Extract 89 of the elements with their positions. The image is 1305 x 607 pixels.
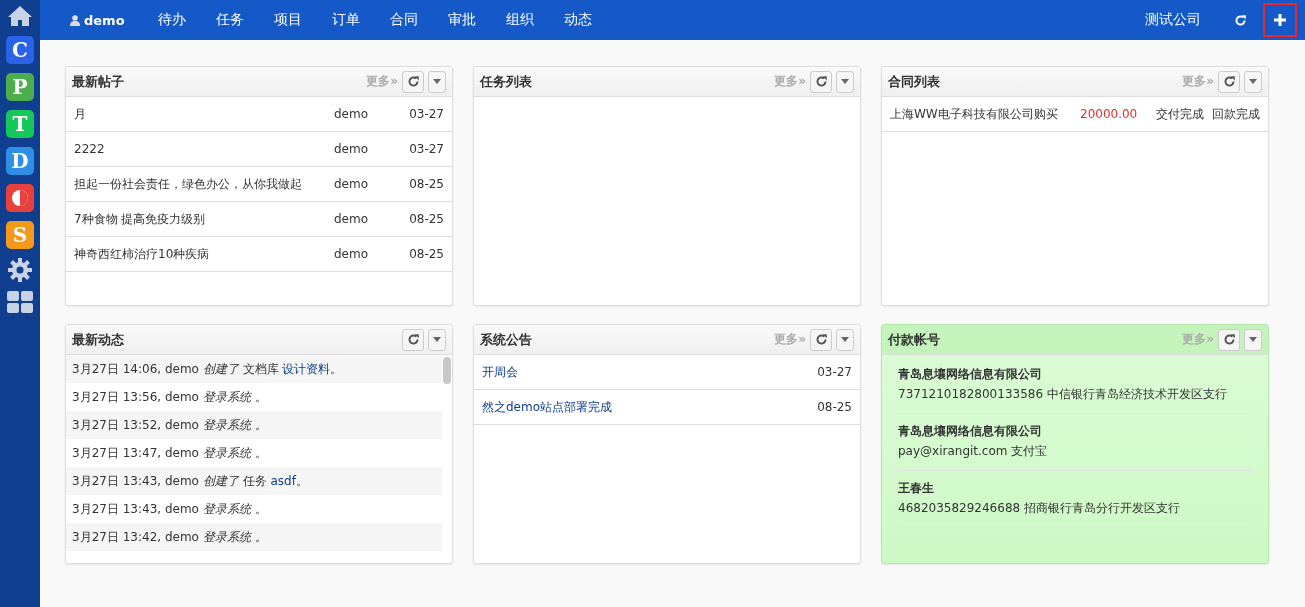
refresh-button[interactable]	[402, 70, 424, 93]
account-detail: pay@xirangit.com 支付宝	[898, 443, 1049, 460]
nav-link[interactable]: 组织	[490, 11, 549, 29]
dropdown-button[interactable]	[836, 328, 854, 351]
post-author: demo	[334, 107, 370, 121]
post-date: 08-25	[408, 212, 444, 226]
post-author: demo	[334, 247, 370, 261]
activity-entry: 3月27日 14:06, demo 创建了 文档库 设计资料。	[72, 360, 343, 378]
dropdown-button[interactable]	[1244, 70, 1262, 93]
delivery-status: 交付完成	[1156, 105, 1205, 123]
home-icon[interactable]	[7, 5, 33, 27]
nav-link[interactable]: 项目	[258, 11, 317, 29]
account-name: 青岛息壤网络信息有限公司	[898, 423, 1043, 440]
refresh-icon	[814, 75, 828, 88]
panel-title: 最新动态	[72, 330, 125, 349]
add-button[interactable]	[1263, 3, 1297, 37]
nav-link[interactable]: 合同	[374, 11, 433, 29]
activity-entry: 3月27日 13:43, demo 登录系统 。	[72, 500, 267, 518]
activity-link[interactable]: 设计资料	[282, 361, 331, 376]
post-author: demo	[334, 212, 370, 226]
company-link[interactable]: 测试公司	[1145, 11, 1201, 29]
refresh-button[interactable]	[810, 70, 832, 93]
caret-icon	[433, 337, 441, 342]
notice-date: 08-25	[817, 400, 852, 414]
post-date: 08-25	[408, 177, 444, 191]
refresh-icon	[814, 333, 828, 346]
nav-link[interactable]: 任务	[200, 11, 259, 29]
post-title[interactable]: 担起一份社会责任，绿色办公，从你我做起	[74, 175, 334, 193]
activity-entry: 3月27日 13:56, demo 登录系统 。	[72, 388, 267, 406]
post-date: 03-27	[408, 107, 444, 121]
dropdown-button[interactable]	[836, 70, 854, 93]
nav-link[interactable]: 待办	[142, 11, 201, 29]
caret-icon	[1249, 337, 1257, 342]
caret-icon	[841, 337, 849, 342]
post-title[interactable]: 7种食物 提高免疫力级别	[74, 210, 334, 228]
contract-name[interactable]: 上海WW电子科技有限公司购买	[890, 105, 1080, 123]
refresh-button[interactable]	[402, 328, 424, 351]
user-icon	[70, 14, 80, 26]
activity-entry: 3月27日 13:52, demo 登录系统 。	[72, 416, 267, 434]
app-icon[interactable]: C	[6, 36, 34, 64]
panel-title: 合同列表	[888, 72, 941, 91]
refresh-icon	[1233, 13, 1247, 27]
settings-icon[interactable]	[8, 258, 32, 282]
nav-link[interactable]: 动态	[548, 11, 607, 29]
refresh-icon	[406, 75, 420, 88]
notice-link[interactable]: 开周会	[482, 364, 518, 379]
refresh-icon	[406, 333, 420, 346]
dropdown-button[interactable]	[428, 70, 446, 93]
refresh-button[interactable]	[1218, 328, 1240, 351]
panel-title: 系统公告	[480, 330, 533, 349]
nav-link[interactable]: 审批	[432, 11, 491, 29]
panel-title: 最新帖子	[72, 72, 125, 91]
activity-link[interactable]: asdf	[270, 473, 296, 488]
account-name: 青岛息壤网络信息有限公司	[898, 366, 1043, 383]
scrollbar-thumb[interactable]	[443, 357, 451, 384]
post-author: demo	[334, 177, 370, 191]
activity-entry: 3月27日 13:42, demo 登录系统 。	[72, 528, 267, 546]
post-date: 08-25	[408, 247, 444, 261]
payment-status: 回款完成	[1212, 105, 1260, 123]
grid-icon[interactable]	[7, 291, 33, 313]
account-detail: 7371210182800133586 中信银行青岛经济技术开发区支行	[898, 386, 1228, 403]
notice-link[interactable]: 然之demo站点部署完成	[482, 399, 613, 414]
dropdown-button[interactable]	[1244, 328, 1262, 351]
refresh-button[interactable]	[810, 328, 832, 351]
app-icon[interactable]: D	[6, 147, 34, 175]
dropdown-button[interactable]	[428, 328, 446, 351]
panel-title: 付款帐号	[888, 330, 941, 349]
account-detail: 4682035829246688 招商银行青岛分行开发区支行	[898, 500, 1181, 517]
post-date: 03-27	[408, 142, 444, 156]
activity-entry: 3月27日 13:47, demo 登录系统 。	[72, 444, 267, 462]
post-title[interactable]: 神奇西红柿治疗10种疾病	[74, 245, 334, 263]
caret-icon	[1249, 79, 1257, 84]
user-menu[interactable]: demo	[64, 12, 131, 28]
notice-date: 03-27	[817, 365, 852, 379]
nav-link[interactable]: 订单	[316, 11, 375, 29]
caret-icon	[433, 79, 441, 84]
refresh-button[interactable]	[1218, 70, 1240, 93]
plus-icon	[1274, 14, 1286, 26]
post-author: demo	[334, 142, 370, 156]
app-icon[interactable]	[6, 184, 34, 212]
activity-entry: 3月27日 13:43, demo 创建了 任务 asdf。	[72, 472, 308, 490]
refresh-icon	[1222, 75, 1236, 88]
panel-title: 任务列表	[480, 72, 533, 91]
contract-amount: 20000.00	[1080, 107, 1139, 121]
caret-icon	[841, 79, 849, 84]
post-title[interactable]: 2222	[74, 142, 334, 156]
refresh-icon	[1222, 333, 1236, 346]
account-name: 王春生	[898, 480, 935, 497]
post-title[interactable]: 月	[74, 105, 334, 123]
